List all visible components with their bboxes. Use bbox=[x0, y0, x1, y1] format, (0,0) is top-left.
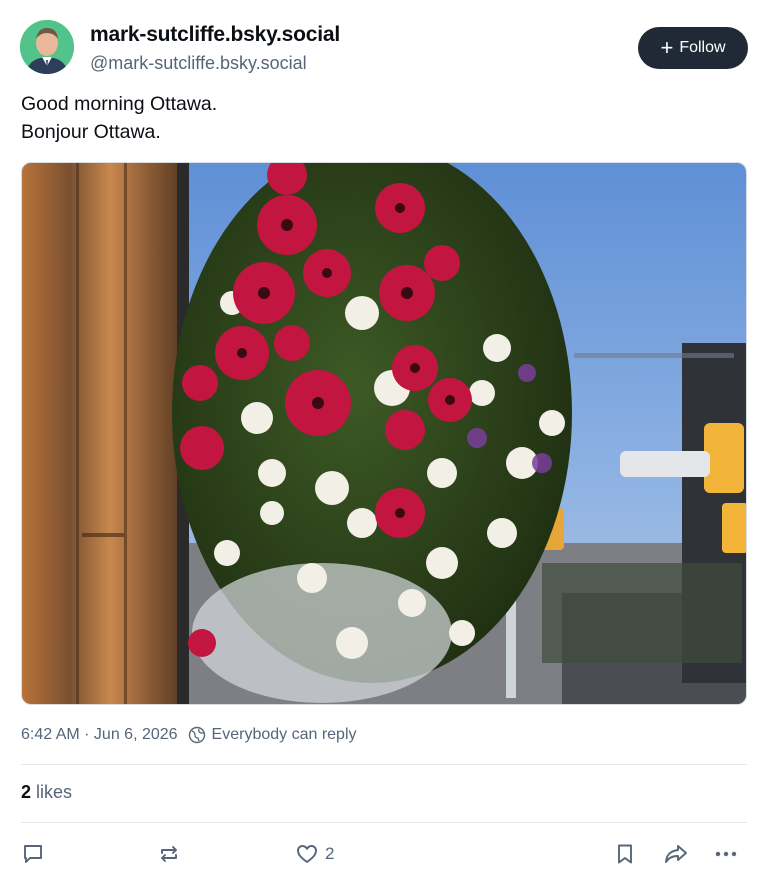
likes-count[interactable]: 2 likes bbox=[21, 782, 72, 803]
globe-icon bbox=[188, 726, 205, 744]
heart-icon bbox=[297, 845, 317, 863]
post-text: Good morning Ottawa. Bonjour Ottawa. bbox=[21, 90, 217, 146]
post-text-line: Bonjour Ottawa. bbox=[21, 121, 161, 143]
author-names: mark-sutcliffe.bsky.social @mark-sutclif… bbox=[90, 22, 340, 76]
like-button[interactable]: 2 bbox=[295, 838, 334, 870]
author-display-name[interactable]: mark-sutcliffe.bsky.social bbox=[90, 22, 340, 48]
post-actions: 2 bbox=[21, 838, 747, 870]
bookmark-icon bbox=[618, 844, 632, 864]
like-count: 2 bbox=[325, 844, 335, 863]
post-image[interactable] bbox=[21, 162, 747, 705]
share-icon bbox=[665, 845, 687, 863]
author-handle[interactable]: @mark-sutcliffe.bsky.social bbox=[90, 50, 340, 76]
reply-setting-label: Everybody can reply bbox=[211, 726, 357, 743]
likes-label: likes bbox=[36, 782, 73, 802]
likes-number: 2 bbox=[21, 782, 32, 802]
post-header: mark-sutcliffe.bsky.social @mark-sutclif… bbox=[20, 20, 748, 76]
flower-basket-photo bbox=[22, 163, 746, 704]
post-meta: 6:42 AM · Jun 6, 2026 Everybody can repl… bbox=[21, 726, 357, 744]
more-button[interactable] bbox=[713, 838, 739, 870]
post-timestamp[interactable]: 6:42 AM · Jun 6, 2026 bbox=[21, 726, 178, 744]
reply-button[interactable] bbox=[21, 838, 45, 870]
post-text-line: Good morning Ottawa. bbox=[21, 93, 218, 115]
share-button[interactable] bbox=[663, 838, 689, 870]
plus-icon: + bbox=[660, 35, 674, 60]
post-thread-item: mark-sutcliffe.bsky.social @mark-sutclif… bbox=[0, 0, 768, 887]
repost-icon bbox=[161, 846, 177, 862]
follow-button[interactable]: + Follow bbox=[638, 27, 748, 69]
avatar[interactable] bbox=[20, 20, 74, 74]
divider bbox=[21, 822, 747, 823]
follow-button-label: Follow bbox=[679, 39, 726, 56]
comment-icon bbox=[24, 845, 42, 863]
avatar-image bbox=[20, 20, 74, 74]
bookmark-button[interactable] bbox=[613, 838, 637, 870]
divider bbox=[21, 764, 747, 765]
repost-button[interactable] bbox=[157, 838, 181, 870]
reply-setting[interactable]: Everybody can reply bbox=[188, 726, 357, 744]
more-icon bbox=[715, 851, 737, 857]
